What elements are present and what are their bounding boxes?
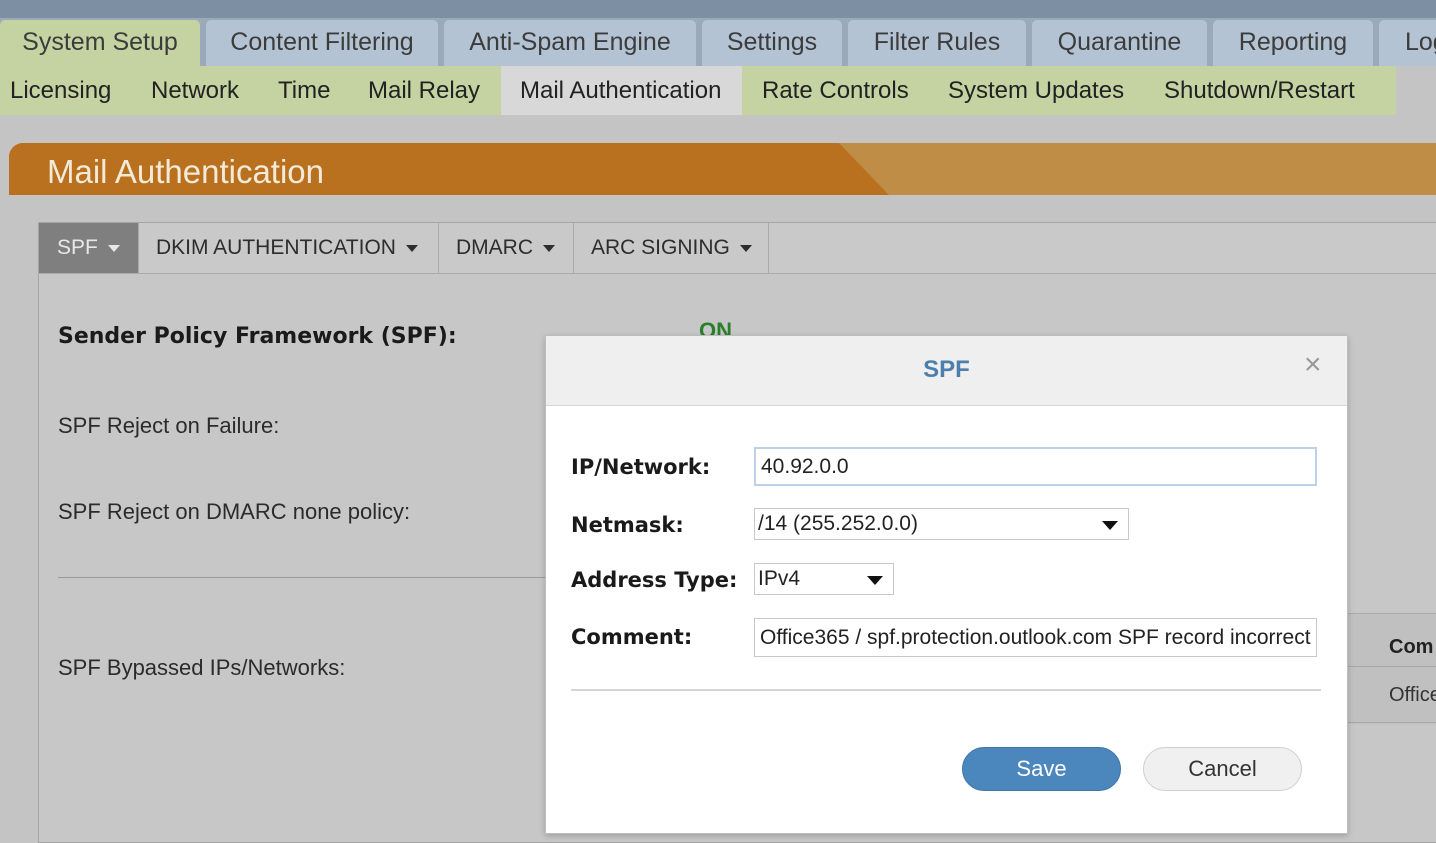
comment-input[interactable] — [754, 618, 1317, 657]
section-divider — [58, 577, 548, 578]
table-row[interactable]: Office — [1389, 684, 1436, 707]
spf-bypassed-label: SPF Bypassed IPs/Networks: — [58, 655, 346, 680]
page-title: Mail Authentication — [47, 153, 325, 190]
sub-tab-licensing[interactable]: Licensing — [0, 66, 121, 115]
comment-label: Comment: — [571, 625, 693, 649]
cancel-button[interactable]: Cancel — [1143, 747, 1302, 791]
main-navigation: System Setup Content Filtering Anti-Spam… — [0, 18, 1436, 66]
save-button[interactable]: Save — [962, 747, 1121, 791]
spf-section-title: Sender Policy Framework (SPF): — [58, 324, 457, 349]
top-bar — [0, 0, 1436, 18]
main-tab-log[interactable]: Log — [1379, 20, 1436, 66]
dialog-title: SPF — [923, 356, 970, 383]
auth-method-tabs: SPF DKIM AUTHENTICATION DMARC ARC SIGNIN… — [39, 223, 1436, 274]
chevron-down-icon — [107, 244, 120, 252]
ip-network-label: IP/Network: — [571, 455, 711, 479]
main-tab-quarantine[interactable]: Quarantine — [1032, 20, 1207, 66]
tab-dmarc-label: DMARC — [456, 236, 533, 259]
sub-tab-network[interactable]: Network — [141, 66, 249, 115]
main-tab-reporting[interactable]: Reporting — [1213, 20, 1373, 66]
tab-spf[interactable]: SPF — [39, 223, 139, 273]
chevron-down-icon — [739, 244, 752, 252]
chevron-down-icon — [1102, 521, 1118, 530]
table-header-comment: Com — [1389, 636, 1434, 658]
sub-tab-system-updates[interactable]: System Updates — [938, 66, 1134, 115]
chevron-down-icon — [543, 244, 555, 252]
tab-arc-label: ARC SIGNING — [591, 236, 730, 259]
table-header-divider — [1345, 666, 1436, 667]
address-type-value: IPv4 — [758, 567, 801, 590]
main-tab-content-filtering[interactable]: Content Filtering — [206, 20, 438, 66]
tab-dmarc[interactable]: DMARC — [439, 223, 574, 273]
table-row-divider — [1345, 722, 1436, 723]
chevron-down-icon — [867, 576, 883, 585]
spf-dialog: SPF × IP/Network: Netmask: /14 (255.252.… — [545, 335, 1348, 834]
spf-reject-on-failure-label: SPF Reject on Failure: — [58, 413, 280, 438]
tab-dkim-authentication[interactable]: DKIM AUTHENTICATION — [139, 223, 439, 273]
sub-tab-rate-controls[interactable]: Rate Controls — [752, 66, 919, 115]
sub-tab-shutdown-restart[interactable]: Shutdown/Restart — [1154, 66, 1365, 115]
main-tab-filter-rules[interactable]: Filter Rules — [848, 20, 1026, 66]
sub-navigation: Licensing Network Time Mail Relay Mail A… — [0, 66, 1396, 115]
dialog-divider — [571, 689, 1321, 691]
tab-spf-label: SPF — [57, 236, 98, 259]
tab-dkim-label: DKIM AUTHENTICATION — [156, 236, 396, 259]
spf-status-toggle[interactable]: ON — [699, 318, 732, 336]
main-tab-settings[interactable]: Settings — [702, 20, 842, 66]
netmask-value: /14 (255.252.0.0) — [758, 512, 918, 535]
main-tab-system-setup[interactable]: System Setup — [0, 20, 200, 66]
tab-arc-signing[interactable]: ARC SIGNING — [574, 223, 769, 273]
spf-reject-dmarc-none-label: SPF Reject on DMARC none policy: — [58, 499, 411, 524]
chevron-down-icon — [405, 244, 418, 252]
address-type-select[interactable]: IPv4 — [754, 563, 894, 595]
ip-network-input[interactable] — [754, 447, 1317, 486]
sub-tab-time[interactable]: Time — [268, 66, 340, 115]
page-header: Mail Authentication — [9, 143, 1436, 195]
bypassed-networks-table: Com Office — [1345, 613, 1436, 724]
netmask-label: Netmask: — [571, 513, 684, 537]
main-tab-anti-spam-engine[interactable]: Anti-Spam Engine — [444, 20, 696, 66]
address-type-label: Address Type: — [571, 568, 738, 592]
close-icon[interactable]: × — [1304, 348, 1322, 382]
dialog-header: SPF × — [546, 336, 1347, 406]
sub-tab-mail-authentication[interactable]: Mail Authentication — [501, 66, 742, 115]
sub-tab-mail-relay[interactable]: Mail Relay — [358, 66, 490, 115]
netmask-select[interactable]: /14 (255.252.0.0) — [754, 508, 1129, 540]
